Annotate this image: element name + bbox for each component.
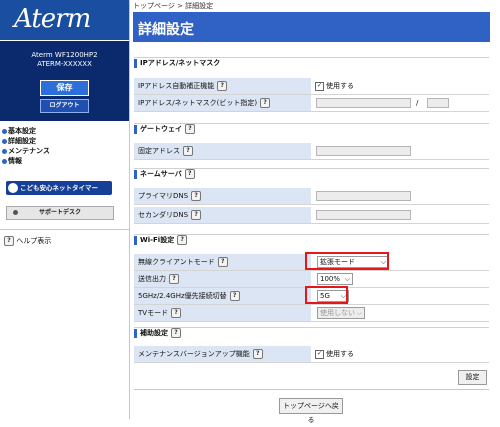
breadcrumb: トップページ > 詳細設定 (133, 2, 214, 10)
back-to-top-button[interactable]: トップページへ戻る (279, 398, 343, 424)
support-desk-button[interactable]: サポートデスク (6, 206, 114, 220)
device-model: Aterm WF1200HP2 (31, 51, 98, 59)
help-icon[interactable]: ? (169, 274, 179, 284)
help-icon[interactable]: ? (185, 124, 195, 134)
row-fixed-address: 固定アドレス? (134, 143, 489, 160)
kids-timer-button[interactable]: こども安心ネットタイマー (6, 181, 112, 195)
help-icon[interactable]: ? (252, 349, 263, 359)
nav-menu: 基本設定 詳細設定 メンテナンス 情報 (2, 126, 50, 166)
section-gateway: ゲートウェイ? (134, 123, 489, 137)
help-display-link[interactable]: ? ヘルプ表示 (4, 236, 51, 246)
row-ip-netmask: IPアドレス/ネットマスク(ビット指定)? / (134, 95, 489, 112)
help-icon[interactable]: ? (183, 146, 193, 156)
help-icon[interactable]: ? (191, 191, 202, 201)
chevron-down-icon: ⌵ (344, 275, 350, 283)
sidebar-divider (0, 229, 129, 230)
nav-detail-settings[interactable]: 詳細設定 (2, 136, 50, 146)
footer-divider (134, 389, 489, 390)
row-maintenance-update: メンテナンスバージョンアップ機能? ✓ 使用する (134, 346, 489, 363)
tx-power-select[interactable]: 100% ⌵ (317, 273, 353, 285)
help-icon[interactable]: ? (260, 98, 271, 108)
ip-separator: / (416, 99, 419, 107)
help-icon[interactable]: ? (171, 328, 181, 338)
set-button[interactable]: 設定 (458, 370, 487, 385)
row-primary-dns: プライマリDNS? (134, 188, 489, 205)
device-panel: Aterm WF1200HP2 ATERM-XXXXXX 保存 ログアウト (0, 41, 129, 121)
section-wifi: Wi-Fi設定? (134, 234, 489, 248)
netmask-input[interactable] (427, 98, 449, 108)
row-ip-auto-correct: IPアドレス自動補正機能? ✓ 使用する (134, 78, 489, 95)
help-icon[interactable]: ? (171, 308, 182, 318)
page-header: 詳細設定 (133, 12, 490, 42)
primary-dns-input[interactable] (316, 191, 411, 201)
chevron-down-icon: ⌵ (356, 309, 362, 317)
gateway-input[interactable] (316, 146, 411, 156)
sidebar: Aterm Aterm WF1200HP2 ATERM-XXXXXX 保存 ログ… (0, 0, 130, 419)
section-ip: IPアドレス/ネットマスク (134, 57, 489, 71)
section-dns: ネームサーバ? (134, 168, 489, 182)
help-icon[interactable]: ? (217, 81, 228, 91)
section-aux: 補助設定? (134, 327, 489, 341)
bullet-icon (2, 138, 7, 144)
row-secondary-dns: セカンダリDNS? (134, 207, 489, 224)
help-icon[interactable]: ? (177, 235, 188, 245)
nav-basic-settings[interactable]: 基本設定 (2, 126, 50, 136)
page-title: 詳細設定 (138, 22, 194, 38)
kids-icon (8, 183, 18, 193)
device-id: ATERM-XXXXXX (37, 60, 92, 68)
nav-info[interactable]: 情報 (2, 156, 50, 166)
aterm-logo: Aterm (14, 4, 91, 34)
bullet-icon (2, 158, 7, 164)
help-icon[interactable]: ? (217, 257, 228, 267)
ip-address-input[interactable] (316, 98, 411, 108)
row-tv-mode: TVモード? 使用しない ⌵ (134, 305, 489, 322)
nav-maintenance[interactable]: メンテナンス (2, 146, 50, 156)
highlight-box (305, 286, 348, 304)
help-icon[interactable]: ? (191, 210, 202, 220)
help-icon[interactable]: ? (184, 169, 195, 179)
secondary-dns-input[interactable] (316, 210, 411, 220)
support-icon (13, 210, 18, 215)
help-icon[interactable]: ? (229, 291, 240, 301)
bullet-icon (2, 148, 7, 154)
logo-area: Aterm (0, 0, 129, 40)
logout-button[interactable]: ログアウト (40, 99, 89, 113)
highlight-box (305, 252, 389, 270)
help-icon: ? (4, 236, 14, 246)
tv-mode-select: 使用しない ⌵ (317, 307, 365, 319)
save-button[interactable]: 保存 (40, 80, 89, 96)
bullet-icon (2, 128, 7, 134)
maintenance-update-checkbox[interactable]: ✓ (315, 349, 324, 359)
ip-auto-correct-checkbox[interactable]: ✓ (315, 81, 324, 91)
